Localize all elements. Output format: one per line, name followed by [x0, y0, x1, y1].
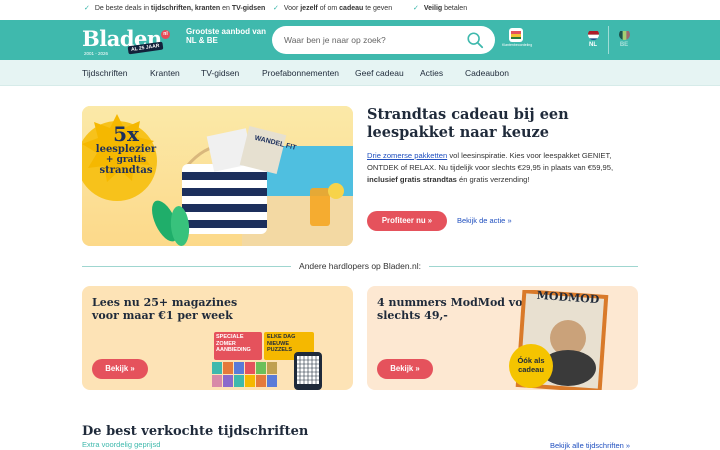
belgium-flag-icon: [618, 29, 630, 40]
promo-label-puzzels: ELKE DAG NIEUWE PUZZELS: [267, 334, 296, 353]
usp-secure: ✓ Veilig betalen: [413, 5, 468, 12]
hero-body: Drie zomerse pakketten vol leesinspirati…: [367, 151, 614, 184]
lang-be[interactable]: BE: [616, 29, 632, 48]
check-icon: ✓: [84, 5, 90, 12]
nav-kranten[interactable]: Kranten: [150, 68, 180, 78]
main-nav: Tijdschriften Kranten TV-gidsen Proefabo…: [0, 60, 720, 86]
search-box[interactable]: [272, 26, 495, 54]
lang-separator: [608, 26, 609, 54]
nav-cadeaubon[interactable]: Cadeaubon: [465, 68, 509, 78]
promo-card-title: Lees nu 25+ magazines voor maar €1 per w…: [92, 296, 238, 322]
nav-acties[interactable]: Acties: [420, 68, 443, 78]
check-icon: ✓: [273, 5, 279, 12]
logo-dot: nl: [161, 30, 170, 39]
nav-geef-cadeau[interactable]: Geef cadeau: [355, 68, 404, 78]
hero-badge: 5x leesplezier + gratis strandtas: [95, 122, 157, 176]
section-divider-label: Andere hardlopers op Bladen.nl:: [0, 261, 720, 271]
nav-proefabonnementen[interactable]: Proefabonnementen: [262, 68, 339, 78]
promo-label-speciale: SPECIALE ZOMER AANBIEDING: [216, 334, 251, 353]
bestsellers-title: De best verkochte tijdschriften: [82, 424, 309, 439]
bekijk-de-actie-link[interactable]: Bekijk de actie »: [457, 216, 512, 225]
nav-tijdschriften[interactable]: Tijdschriften: [82, 68, 128, 78]
search-input[interactable]: [284, 33, 464, 47]
cadeau-sticker: Óók als cadeau: [509, 344, 553, 388]
lang-nl[interactable]: NL: [585, 29, 601, 48]
promo-card-modmod[interactable]: 4 nummers ModMod voor slechts 49,- Bekij…: [367, 286, 638, 390]
header: Bladen AL 25 JAAR nl 2001 - 2026 Grootst…: [0, 20, 720, 60]
usp-bar: ✓ De beste deals in tijdschriften, krante…: [0, 0, 720, 20]
promo-card-magazines[interactable]: Lees nu 25+ magazines voor maar €1 per w…: [82, 286, 353, 390]
bladen-logo[interactable]: Bladen AL 25 JAAR nl 2001 - 2026: [82, 26, 172, 58]
hero-body-link[interactable]: Drie zomerse pakketten: [367, 151, 447, 160]
bekijk-alle-tijdschriften-link[interactable]: Bekijk alle tijdschriften »: [550, 441, 630, 450]
usp-deals: ✓ De beste deals in tijdschriften, krante…: [84, 5, 266, 12]
bekijk-button[interactable]: Bekijk »: [377, 359, 433, 379]
search-icon[interactable]: [466, 31, 484, 49]
hero-title: Strandtas cadeau bij een leespakket naar…: [367, 106, 569, 141]
bestsellers-subtitle: Extra voordelig geprijsd: [82, 440, 161, 449]
netherlands-flag-icon: [587, 29, 599, 40]
profiteer-nu-button[interactable]: Profiteer nu »: [367, 211, 447, 231]
nav-tv-gidsen[interactable]: TV-gidsen: [201, 68, 239, 78]
usp-gift: ✓ Voor jezelf of om cadeau te geven: [273, 5, 393, 12]
check-icon: ✓: [413, 5, 419, 12]
bekijk-button[interactable]: Bekijk »: [92, 359, 148, 379]
award-icon: [509, 28, 523, 42]
hero-banner[interactable]: WANDEL FIT 5x leesplezier + gratis stran…: [82, 106, 353, 246]
tagline: Grootste aanbod van NL & BE: [186, 27, 267, 45]
award-badge: Klantenbeoordeling: [502, 28, 532, 52]
